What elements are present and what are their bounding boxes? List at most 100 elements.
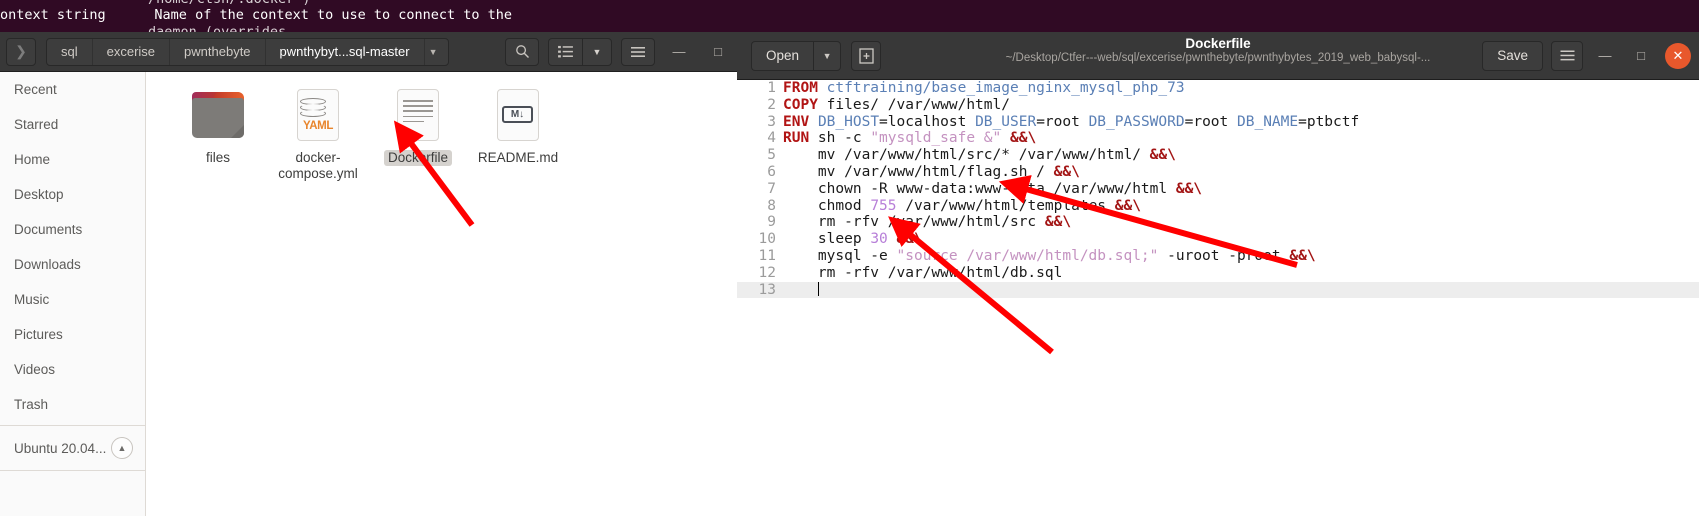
file-manager-window: ❯ sql excerise pwnthebyte pwnthybyt...sq… xyxy=(0,32,737,516)
view-list-icon[interactable] xyxy=(548,37,582,66)
file-label: files xyxy=(205,150,230,165)
sidebar: Recent Starred Home Desktop Documents Do… xyxy=(0,72,146,516)
text-editor-window: Open ▼ Dockerfile ~/Desktop/Ctfer---web/… xyxy=(737,32,1699,516)
new-document-icon[interactable] xyxy=(851,40,882,71)
eject-icon[interactable]: ▲ xyxy=(111,437,133,459)
breadcrumb-item-pwnthebyte[interactable]: pwnthebyte xyxy=(170,38,266,65)
code-text: rm -rfv /var/www/html/src &&\ xyxy=(783,214,1072,231)
text-editor-headerbar: Open ▼ Dockerfile ~/Desktop/Ctfer---web/… xyxy=(737,32,1699,80)
code-line[interactable]: 2 COPY files/ /var/www/html/ xyxy=(737,97,1699,114)
code-text: COPY files/ /var/www/html/ xyxy=(783,96,1010,113)
breadcrumb-item-current[interactable]: pwnthybyt...sql-master xyxy=(266,38,425,65)
code-line[interactable]: 12 rm -rfv /var/www/html/db.sql xyxy=(737,265,1699,282)
chevron-down-icon[interactable]: ▼ xyxy=(813,40,842,71)
file-item-dockerfile[interactable]: Dockerfile xyxy=(368,86,468,182)
line-number: 3 xyxy=(767,113,776,130)
terminal-window-strip[interactable]: /home/ctsh/.docker") ontext string Name … xyxy=(0,0,1699,32)
breadcrumb-item-excerise[interactable]: excerise xyxy=(93,38,171,65)
file-item-files[interactable]: files xyxy=(168,86,268,182)
code-line[interactable]: 5 mv /var/www/html/src/* /var/www/html/ … xyxy=(737,147,1699,164)
sidebar-item-documents[interactable]: Documents xyxy=(0,212,145,247)
code-line[interactable]: 6 mv /var/www/html/flag.sh / &&\ xyxy=(737,164,1699,181)
sidebar-item-home[interactable]: Home xyxy=(0,142,145,177)
view-mode-group: ▼ xyxy=(548,37,612,66)
line-number: 4 xyxy=(767,130,776,147)
sidebar-item-pictures[interactable]: Pictures xyxy=(0,317,145,352)
terminal-text-line: ontext string Name of the context to use… xyxy=(0,7,513,23)
code-line[interactable]: 10 sleep 30 &&\ xyxy=(737,231,1699,248)
code-line[interactable]: 4 RUN sh -c "mysqld_safe &" &&\ xyxy=(737,130,1699,147)
code-line[interactable]: 7 chown -R www-data:www-data /var/www/ht… xyxy=(737,181,1699,198)
code-text: mysql -e "source /var/www/html/db.sql;" … xyxy=(783,247,1316,264)
line-number: 10 xyxy=(758,231,776,248)
sidebar-device-label: Ubuntu 20.04... xyxy=(14,440,107,456)
code-text: ENV DB_HOST=localhost DB_USER=root DB_PA… xyxy=(783,113,1360,130)
line-number: 7 xyxy=(767,180,776,197)
chevron-down-icon[interactable]: ▼ xyxy=(425,39,448,65)
breadcrumb: sql excerise pwnthebyte pwnthybyt...sql-… xyxy=(46,37,449,66)
line-number: 12 xyxy=(758,264,776,281)
maximize-icon[interactable]: □ xyxy=(1627,42,1655,70)
save-button[interactable]: Save xyxy=(1482,40,1543,71)
navigation-buttons: ❯ xyxy=(6,37,36,66)
code-text: rm -rfv /var/www/html/db.sql xyxy=(783,264,1063,281)
code-line[interactable]: 11 mysql -e "source /var/www/html/db.sql… xyxy=(737,248,1699,265)
divider xyxy=(0,470,145,471)
sidebar-item-recent[interactable]: Recent xyxy=(0,72,145,107)
folder-icon xyxy=(188,86,248,144)
code-editor-area[interactable]: 1 FROM ctftraining/base_image_nginx_mysql… xyxy=(737,80,1699,516)
code-text xyxy=(783,281,819,299)
file-item-docker-compose[interactable]: YAML docker-compose.yml xyxy=(268,86,368,182)
code-text: mv /var/www/html/src/* /var/www/html/ &&… xyxy=(783,147,1176,164)
file-grid[interactable]: files YAML docker-compose.yml Dockerfile xyxy=(146,72,737,516)
open-button[interactable]: Open xyxy=(751,40,814,71)
text-file-icon xyxy=(388,86,448,144)
sidebar-item-videos[interactable]: Videos xyxy=(0,352,145,387)
line-number: 5 xyxy=(767,147,776,164)
sidebar-item-starred[interactable]: Starred xyxy=(0,107,145,142)
code-line[interactable]: 9 rm -rfv /var/www/html/src &&\ xyxy=(737,214,1699,231)
breadcrumb-item-sql[interactable]: sql xyxy=(47,38,93,65)
line-number: 11 xyxy=(758,247,776,264)
file-label: README.md xyxy=(477,150,559,165)
code-text: mv /var/www/html/flag.sh / &&\ xyxy=(783,163,1080,180)
code-text: FROM ctftraining/base_image_nginx_mysql_… xyxy=(783,80,1185,96)
maximize-icon[interactable]: □ xyxy=(703,37,733,67)
file-manager-body: Recent Starred Home Desktop Documents Do… xyxy=(0,72,737,516)
terminal-text-line: daemon (overrides xyxy=(148,24,287,32)
line-number: 1 xyxy=(767,80,776,96)
close-icon[interactable]: ✕ xyxy=(1665,42,1691,69)
line-number: 6 xyxy=(767,163,776,180)
line-number: 8 xyxy=(767,197,776,214)
code-text: RUN sh -c "mysqld_safe &" &&\ xyxy=(783,130,1037,147)
code-line[interactable]: 8 chmod 755 /var/www/html/templates &&\ xyxy=(737,198,1699,215)
sidebar-item-ubuntu-volume[interactable]: Ubuntu 20.04... ▲ xyxy=(0,429,145,467)
open-button-group: Open ▼ xyxy=(751,40,842,71)
minimize-icon[interactable]: — xyxy=(1591,42,1619,70)
sidebar-item-music[interactable]: Music xyxy=(0,282,145,317)
forward-button[interactable]: ❯ xyxy=(6,37,36,66)
code-text: chown -R www-data:www-data /var/www/html… xyxy=(783,180,1203,197)
sidebar-item-desktop[interactable]: Desktop xyxy=(0,177,145,212)
line-number: 2 xyxy=(767,96,776,113)
file-label: docker-compose.yml xyxy=(278,150,358,181)
file-manager-toolbar: ▼ — □ xyxy=(505,37,737,67)
sidebar-item-trash[interactable]: Trash xyxy=(0,387,145,422)
code-line[interactable]: 13 xyxy=(737,281,1699,299)
line-number: 13 xyxy=(758,281,776,298)
sidebar-item-downloads[interactable]: Downloads xyxy=(0,247,145,282)
hamburger-menu-icon[interactable] xyxy=(1551,40,1583,71)
code-line[interactable]: 3 ENV DB_HOST=localhost DB_USER=root DB_P… xyxy=(737,114,1699,131)
minimize-icon[interactable]: — xyxy=(664,37,694,67)
hamburger-menu-icon[interactable] xyxy=(621,37,655,66)
markdown-badge-label: M↓ xyxy=(502,106,533,123)
file-label-selected: Dockerfile xyxy=(383,150,453,166)
text-editor-toolbar: Save — □ ✕ xyxy=(1482,40,1699,71)
file-manager-headerbar: ❯ sql excerise pwnthebyte pwnthybyt...sq… xyxy=(0,32,737,72)
search-icon[interactable] xyxy=(505,37,539,66)
code-text: chmod 755 /var/www/html/templates &&\ xyxy=(783,197,1141,214)
code-line[interactable]: 1 FROM ctftraining/base_image_nginx_mysql… xyxy=(737,80,1699,97)
chevron-down-icon[interactable]: ▼ xyxy=(582,37,612,66)
line-number: 9 xyxy=(767,214,776,231)
file-item-readme[interactable]: M↓ README.md xyxy=(468,86,568,182)
